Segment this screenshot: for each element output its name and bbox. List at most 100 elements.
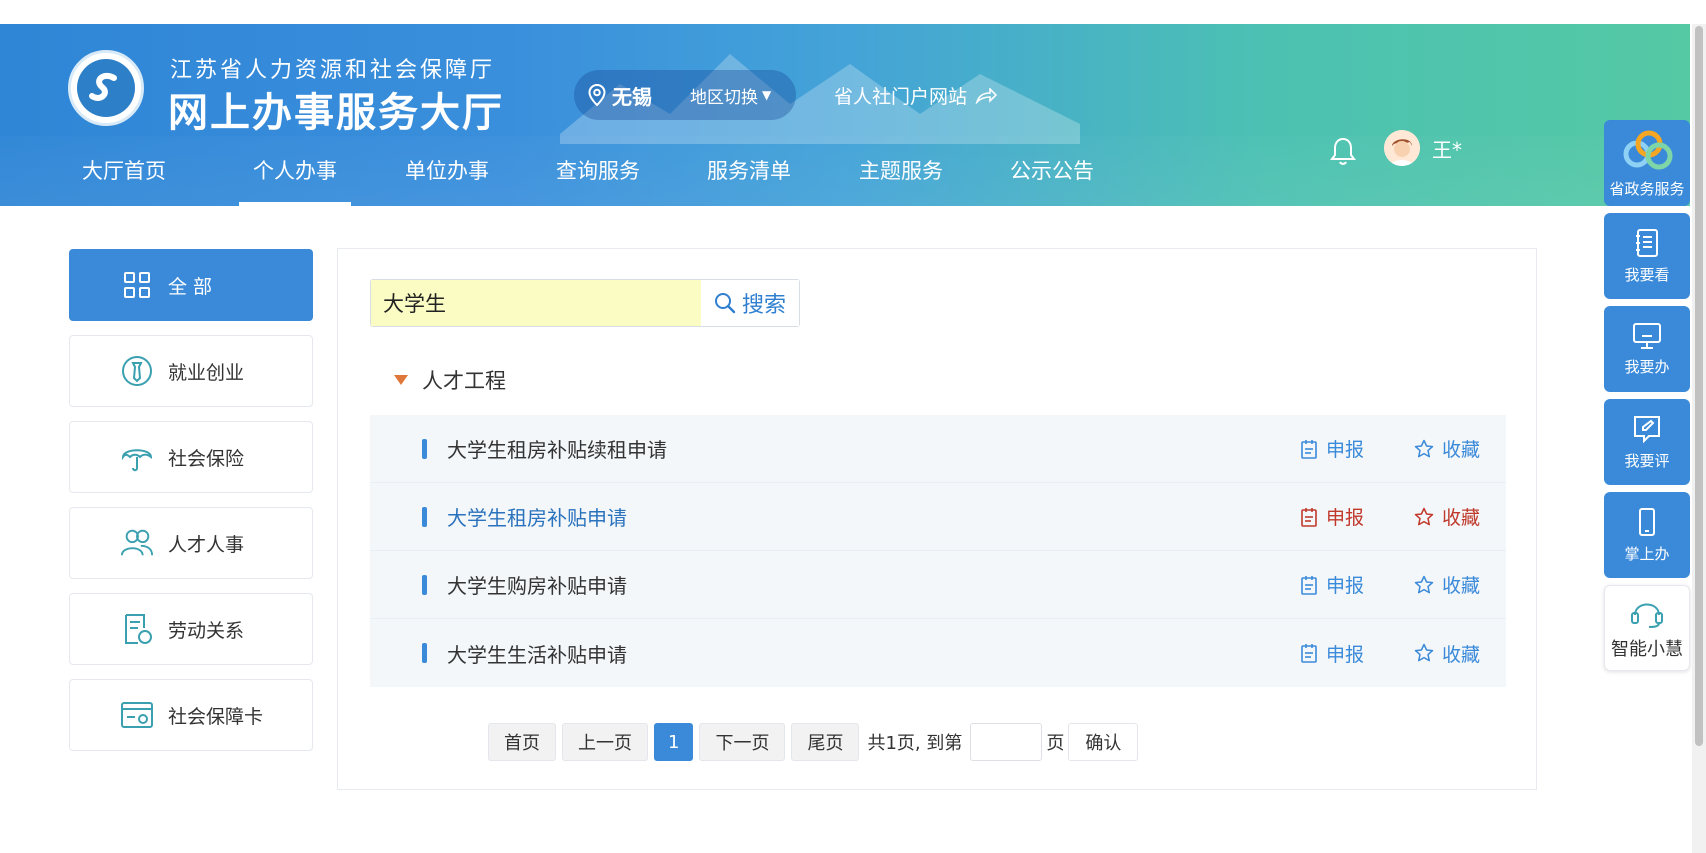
- region-switch-link[interactable]: 地区切换: [690, 83, 758, 108]
- page-jump-input[interactable]: [970, 723, 1043, 761]
- sidebar-item-all[interactable]: 全 部: [69, 249, 313, 321]
- apply-button[interactable]: 申报: [1300, 571, 1364, 598]
- page-scrollbar[interactable]: [1692, 24, 1706, 853]
- portal-link-label: 省人社门户网站: [834, 86, 968, 108]
- floating-toolbar: 省政务服务 我要看 我要办 我要评 掌上办 智能小慧: [1604, 120, 1690, 678]
- list-item: 大学生租房补贴续租申请 申报 收藏: [370, 415, 1506, 483]
- apply-form-icon: [1301, 575, 1317, 595]
- nav-personal[interactable]: 个人办事: [239, 146, 351, 206]
- apply-button[interactable]: 申报: [1300, 435, 1364, 462]
- caret-down-icon: ▼: [762, 88, 772, 102]
- group-header[interactable]: 人才工程: [394, 365, 506, 395]
- current-page-button[interactable]: 1: [654, 723, 694, 761]
- last-page-button[interactable]: 尾页: [791, 723, 860, 761]
- star-icon: [1414, 507, 1434, 525]
- row-marker: [422, 643, 427, 663]
- service-name-link[interactable]: 大学生购房补贴申请: [447, 570, 627, 599]
- service-name-link[interactable]: 大学生租房补贴续租申请: [447, 434, 667, 463]
- sidebar-item-label: 劳动关系: [168, 619, 245, 642]
- region-city: 无锡: [612, 84, 652, 109]
- favorite-button[interactable]: 收藏: [1414, 503, 1480, 530]
- group-title: 人才工程: [422, 369, 506, 393]
- favorite-button[interactable]: 收藏: [1414, 571, 1480, 598]
- float-item-label: 我要看: [1624, 265, 1670, 284]
- mobile-button[interactable]: 掌上办: [1604, 492, 1690, 578]
- grid-icon: [120, 268, 154, 302]
- logo: [68, 50, 144, 126]
- search-button[interactable]: 搜索: [701, 280, 799, 326]
- search-input[interactable]: [371, 280, 701, 326]
- view-button[interactable]: 我要看: [1604, 213, 1690, 299]
- row-marker: [422, 506, 427, 527]
- edit-comment-icon: [1634, 415, 1660, 443]
- avatar[interactable]: [1384, 130, 1420, 166]
- sidebar-item-employment[interactable]: 就业创业: [69, 335, 313, 407]
- nav-query[interactable]: 查询服务: [556, 146, 640, 206]
- user-name[interactable]: 王*: [1432, 134, 1462, 163]
- sidebar-item-label: 人才人事: [168, 533, 245, 556]
- nav-home[interactable]: 大厅首页: [82, 146, 166, 206]
- apply-button[interactable]: 申报: [1300, 503, 1364, 530]
- sidebar-item-social-insurance[interactable]: 社会保险: [69, 421, 313, 493]
- assistant-button[interactable]: 智能小慧: [1604, 585, 1690, 671]
- service-list: 大学生租房补贴续租申请 申报 收藏 大学生租房补贴申请 申报 收藏 大学生购房补…: [370, 415, 1506, 687]
- star-icon: [1414, 575, 1434, 593]
- card-icon: [120, 698, 154, 732]
- apply-label: 申报: [1326, 439, 1365, 461]
- apply-label: 申报: [1326, 575, 1365, 597]
- search-button-label: 搜索: [741, 293, 786, 318]
- sidebar-item-label: 就业创业: [168, 361, 245, 384]
- sidebar-item-label: 社会保障卡: [168, 705, 264, 728]
- prev-page-button[interactable]: 上一页: [562, 723, 648, 761]
- nav-announce[interactable]: 公示公告: [1010, 146, 1094, 206]
- search-icon: [714, 293, 736, 314]
- service-name-link[interactable]: 大学生生活补贴申请: [447, 639, 627, 668]
- nav-service-list[interactable]: 服务清单: [707, 146, 791, 206]
- favorite-label: 收藏: [1442, 439, 1481, 461]
- first-page-button[interactable]: 首页: [488, 723, 556, 761]
- row-marker: [422, 574, 427, 595]
- scrollbar-thumb[interactable]: [1695, 26, 1703, 746]
- float-item-label: 智能小慧: [1611, 639, 1683, 660]
- gov-service-button[interactable]: 省政务服务: [1604, 120, 1690, 206]
- apply-button[interactable]: 申报: [1300, 640, 1364, 667]
- service-name-link[interactable]: 大学生租房补贴申请: [447, 502, 627, 531]
- float-item-label: 我要办: [1624, 357, 1670, 376]
- region-selector[interactable]: 无锡 地区切换 ▼: [574, 70, 796, 120]
- page-confirm-button[interactable]: 确认: [1068, 723, 1139, 761]
- triangle-down-icon: [394, 375, 408, 385]
- user-avatar-icon: [1384, 130, 1420, 166]
- favorite-button[interactable]: 收藏: [1414, 435, 1480, 462]
- main-nav: 大厅首页 个人办事 单位办事 查询服务 服务清单 主题服务 公示公告: [0, 146, 1400, 206]
- nav-unit[interactable]: 单位办事: [405, 146, 489, 206]
- page: 江苏省人力资源和社会保障厅 网上办事服务大厅 无锡 地区切换 ▼ 省人社门户网站…: [0, 0, 1706, 853]
- service-panel: 搜索 人才工程 大学生租房补贴续租申请 申报 收藏: [337, 248, 1537, 790]
- gov-service-logo-icon: [1623, 130, 1673, 169]
- umbrella-icon: [120, 440, 154, 474]
- rate-button[interactable]: 我要评: [1604, 399, 1690, 485]
- hall-name: 网上办事服务大厅: [168, 90, 504, 136]
- nav-theme[interactable]: 主题服务: [859, 146, 943, 206]
- favorite-label: 收藏: [1442, 575, 1481, 597]
- monitor-icon: [1633, 322, 1661, 349]
- star-icon: [1414, 439, 1434, 457]
- sidebar-item-label: 全 部: [168, 275, 213, 298]
- next-page-button[interactable]: 下一页: [699, 723, 786, 761]
- contract-icon: [120, 612, 154, 646]
- favorite-button[interactable]: 收藏: [1414, 640, 1480, 667]
- pagination: 首页 上一页 1 下一页 尾页 共1页, 到第 页 确认: [488, 723, 1139, 761]
- sidebar-item-labor[interactable]: 劳动关系: [69, 593, 313, 665]
- favorite-label: 收藏: [1442, 643, 1481, 666]
- logo-s-icon: [89, 72, 117, 101]
- bell-icon[interactable]: [1330, 136, 1356, 166]
- sidebar-item-ss-card[interactable]: 社会保障卡: [69, 679, 313, 751]
- portal-link[interactable]: 省人社门户网站: [834, 82, 998, 109]
- float-item-label: 省政务服务: [1609, 179, 1685, 198]
- apply-form-icon: [1301, 507, 1317, 527]
- list-item: 大学生租房补贴申请 申报 收藏: [370, 483, 1506, 551]
- apply-form-icon: [1301, 439, 1317, 459]
- sidebar-item-talent[interactable]: 人才人事: [69, 507, 313, 579]
- handle-button[interactable]: 我要办: [1604, 306, 1690, 392]
- notebook-icon: [1636, 228, 1658, 257]
- float-item-label: 我要评: [1624, 451, 1670, 470]
